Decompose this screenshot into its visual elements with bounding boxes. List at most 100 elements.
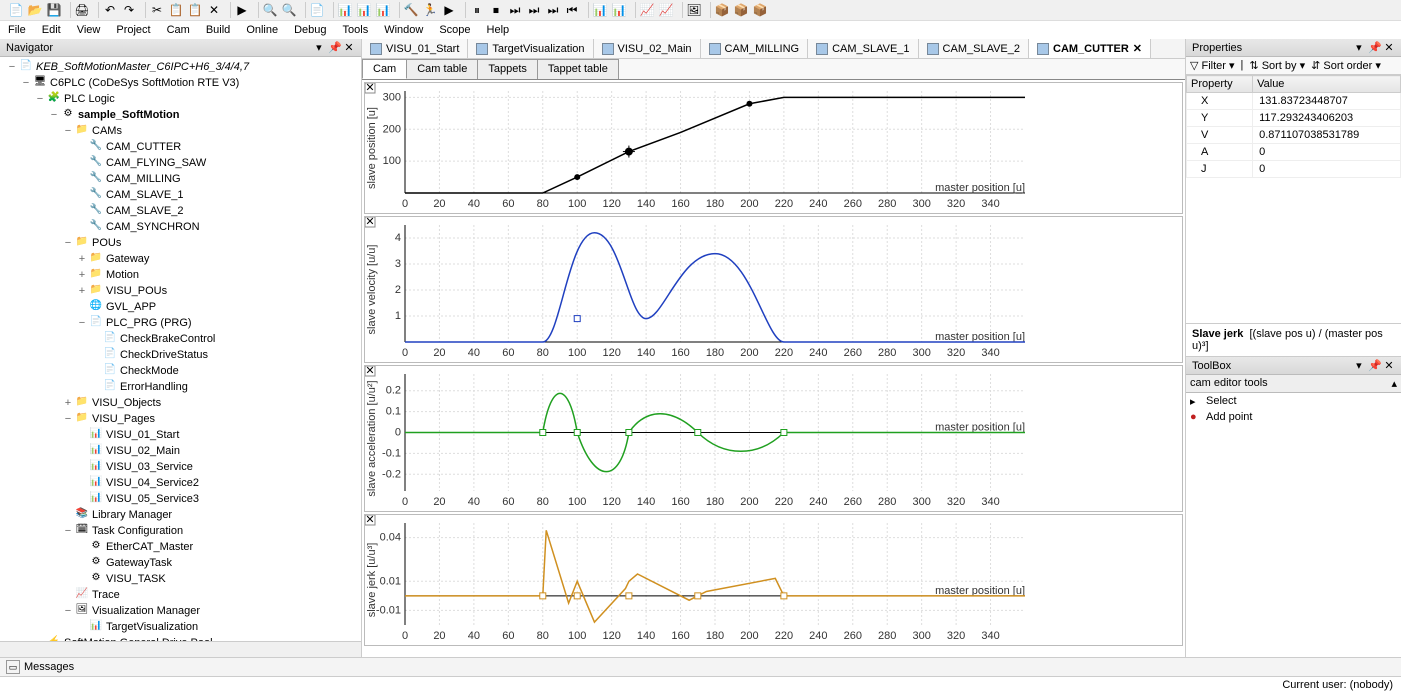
- toolbox-items[interactable]: ▸Select●Add point: [1186, 393, 1401, 657]
- nav-pin-icon[interactable]: 📌: [328, 41, 340, 54]
- menu-cam[interactable]: Cam: [159, 22, 198, 38]
- tree-item[interactable]: +📁VISU_POUs: [2, 283, 359, 299]
- menu-file[interactable]: File: [0, 22, 34, 38]
- project-tree[interactable]: −📄KEB_SoftMotionMaster_C6IPC+H6_3/4/4,7−…: [0, 57, 361, 641]
- tree-item[interactable]: 🔧CAM_CUTTER: [2, 139, 359, 155]
- sortorder-button[interactable]: ⇵ Sort order ▾: [1311, 59, 1381, 72]
- chart-3[interactable]: 0204060801001201401601802002202402602803…: [364, 514, 1183, 646]
- doc-tab[interactable]: VISU_02_Main: [594, 39, 701, 58]
- tree-item[interactable]: +📁Motion: [2, 267, 359, 283]
- tree-item[interactable]: 📊TargetVisualization: [2, 619, 359, 635]
- doc-tab[interactable]: CAM_MILLING: [701, 39, 809, 58]
- cam-charts[interactable]: 0204060801001201401601802002202402602803…: [362, 80, 1185, 657]
- menu-view[interactable]: View: [69, 22, 109, 38]
- props-pin-icon[interactable]: 📌: [1368, 41, 1380, 54]
- messages-bar[interactable]: ▭ Messages: [0, 657, 1401, 676]
- tree-item[interactable]: −📄PLC_PRG (PRG): [2, 315, 359, 331]
- tree-item[interactable]: −🖥C6PLC (CoDeSys SoftMotion RTE V3): [2, 75, 359, 91]
- tree-item[interactable]: 🔧CAM_SLAVE_2: [2, 203, 359, 219]
- props-row[interactable]: A0: [1187, 144, 1401, 161]
- tree-item[interactable]: 📊VISU_02_Main: [2, 443, 359, 459]
- chart-2[interactable]: 0204060801001201401601802002202402602803…: [364, 365, 1183, 512]
- props-col[interactable]: Property: [1187, 76, 1253, 93]
- tb-pin-icon[interactable]: 📌: [1368, 359, 1380, 372]
- menu-bar[interactable]: FileEditViewProjectCamBuildOnlineDebugTo…: [0, 21, 1401, 39]
- tree-item[interactable]: 📊VISU_03_Service: [2, 459, 359, 475]
- tree-item[interactable]: ⚙EtherCAT_Master: [2, 539, 359, 555]
- menu-tools[interactable]: Tools: [335, 22, 377, 38]
- sub-tab[interactable]: Cam: [362, 59, 407, 79]
- tree-item[interactable]: 📊VISU_05_Service3: [2, 491, 359, 507]
- navigator-header: Navigator ▾ 📌 ✕: [0, 39, 361, 57]
- menu-help[interactable]: Help: [479, 22, 518, 38]
- tree-item[interactable]: 📚Library Manager: [2, 507, 359, 523]
- props-row[interactable]: V0.871107038531789: [1187, 127, 1401, 144]
- tree-item[interactable]: ⚙VISU_TASK: [2, 571, 359, 587]
- tree-item[interactable]: 📄CheckDriveStatus: [2, 347, 359, 363]
- chart-1[interactable]: 0204060801001201401601802002202402602803…: [364, 216, 1183, 363]
- svg-text:100: 100: [568, 198, 586, 210]
- tree-item[interactable]: −🧩PLC Logic: [2, 91, 359, 107]
- properties-table[interactable]: PropertyValueX131.83723448707Y117.293243…: [1186, 75, 1401, 323]
- tree-item[interactable]: 📊VISU_04_Service2: [2, 475, 359, 491]
- cam-sub-tabs[interactable]: CamCam tableTappetsTappet table: [362, 59, 1185, 80]
- menu-debug[interactable]: Debug: [286, 22, 334, 38]
- sub-tab[interactable]: Tappets: [477, 59, 538, 79]
- tree-item[interactable]: −📁CAMs: [2, 123, 359, 139]
- tree-item[interactable]: 📄ErrorHandling: [2, 379, 359, 395]
- props-minimize-icon[interactable]: ▾: [1353, 41, 1365, 54]
- toolbox-item[interactable]: ▸Select: [1186, 393, 1401, 409]
- props-row[interactable]: J0: [1187, 161, 1401, 178]
- props-row[interactable]: Y117.293243406203: [1187, 110, 1401, 127]
- nav-close-icon[interactable]: ✕: [343, 41, 355, 54]
- tree-item[interactable]: 🔧CAM_SYNCHRON: [2, 219, 359, 235]
- tb-close-icon[interactable]: ✕: [1383, 359, 1395, 372]
- document-tabs[interactable]: VISU_01_StartTargetVisualizationVISU_02_…: [362, 39, 1185, 59]
- doc-tab[interactable]: CAM_SLAVE_1: [808, 39, 918, 58]
- nav-scrollbar[interactable]: [0, 641, 361, 657]
- props-col[interactable]: Value: [1253, 76, 1401, 93]
- menu-edit[interactable]: Edit: [34, 22, 69, 38]
- tree-item[interactable]: −📁POUs: [2, 235, 359, 251]
- menu-window[interactable]: Window: [376, 22, 431, 38]
- menu-project[interactable]: Project: [108, 22, 158, 38]
- filter-button[interactable]: ▽ Filter ▾: [1190, 59, 1235, 72]
- doc-tab[interactable]: CAM_CUTTER✕: [1029, 39, 1151, 58]
- tree-item[interactable]: 📄CheckBrakeControl: [2, 331, 359, 347]
- tree-item[interactable]: −📄KEB_SoftMotionMaster_C6IPC+H6_3/4/4,7: [2, 59, 359, 75]
- main-toolbar[interactable]: 📄📂💾 🖨 ↶↷ ✂📋📋✕ ▶ 🔍🔍 📄 📊📊📊 🔨🏃▶ ⏸⏹⏭⏭⏭⏮ 📊📊 📈…: [0, 0, 1401, 21]
- props-close-icon[interactable]: ✕: [1383, 41, 1395, 54]
- close-icon[interactable]: ✕: [1133, 42, 1142, 55]
- tree-item[interactable]: 🔧CAM_MILLING: [2, 171, 359, 187]
- chart-0[interactable]: 0204060801001201401601802002202402602803…: [364, 82, 1183, 214]
- tb-minimize-icon[interactable]: ▾: [1353, 359, 1365, 372]
- doc-tab[interactable]: VISU_01_Start: [362, 39, 468, 58]
- tree-item[interactable]: −📁VISU_Pages: [2, 411, 359, 427]
- tree-item[interactable]: −🖼Visualization Manager: [2, 603, 359, 619]
- tree-item[interactable]: +📁Gateway: [2, 251, 359, 267]
- tree-item[interactable]: +📁VISU_Objects: [2, 395, 359, 411]
- doc-tab[interactable]: TargetVisualization: [468, 39, 593, 58]
- tree-item[interactable]: 🔧CAM_FLYING_SAW: [2, 155, 359, 171]
- sub-tab[interactable]: Tappet table: [537, 59, 619, 79]
- menu-scope[interactable]: Scope: [431, 22, 478, 38]
- tree-item[interactable]: 📊VISU_01_Start: [2, 427, 359, 443]
- tree-item[interactable]: 📄CheckMode: [2, 363, 359, 379]
- nav-minimize-icon[interactable]: ▾: [313, 41, 325, 54]
- sortby-button[interactable]: ⇅ Sort by ▾: [1249, 59, 1305, 72]
- tree-item[interactable]: ⚙GatewayTask: [2, 555, 359, 571]
- tree-item[interactable]: −🗓Task Configuration: [2, 523, 359, 539]
- sub-tab[interactable]: Cam table: [406, 59, 478, 79]
- tree-item[interactable]: 📈Trace: [2, 587, 359, 603]
- menu-online[interactable]: Online: [238, 22, 286, 38]
- tree-item[interactable]: 🔧CAM_SLAVE_1: [2, 187, 359, 203]
- properties-toolbar[interactable]: ▽ Filter ▾ | ⇅ Sort by ▾ ⇵ Sort order ▾: [1186, 57, 1401, 75]
- menu-build[interactable]: Build: [198, 22, 238, 38]
- doc-tab[interactable]: CAM_SLAVE_2: [919, 39, 1029, 58]
- svg-text:100: 100: [383, 155, 401, 167]
- props-row[interactable]: X131.83723448707: [1187, 93, 1401, 110]
- tree-item[interactable]: −⚙sample_SoftMotion: [2, 107, 359, 123]
- toolbox-item[interactable]: ●Add point: [1186, 409, 1401, 425]
- toolbox-category[interactable]: cam editor tools▴: [1186, 375, 1401, 393]
- tree-item[interactable]: 🌐GVL_APP: [2, 299, 359, 315]
